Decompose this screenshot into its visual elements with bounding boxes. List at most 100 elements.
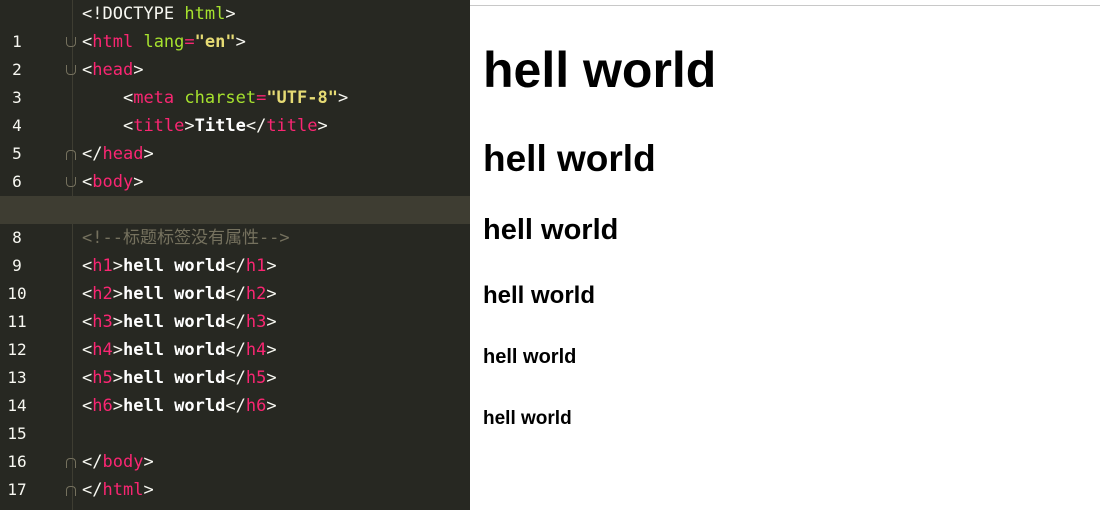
preview-heading-h3: hell world (483, 214, 619, 246)
equals-token: = (184, 32, 195, 52)
tag-name-token: h6 (245, 396, 267, 416)
code-text[interactable]: <h2>hell world</h2> (82, 280, 277, 308)
bracket-token: < (82, 32, 93, 52)
code-line[interactable]: 4 <meta charset="UTF-8"> (0, 84, 470, 135)
doctype-token: <!DOCTYPE (82, 4, 185, 24)
code-line[interactable]: 9 <!--标题标签没有属性--> (0, 224, 470, 275)
code-text[interactable]: </body> (82, 448, 154, 476)
code-line[interactable]: 17 </body> (0, 448, 470, 499)
code-line[interactable]: 10 <h1>hell world</h1> (0, 252, 470, 303)
tag-name-token: body (92, 172, 134, 192)
bracket-token: </ (225, 340, 246, 360)
bracket-token: > (112, 396, 123, 416)
bracket-token: </ (225, 368, 246, 388)
doctype-name-token: html (184, 4, 226, 24)
text-token: Title (194, 116, 246, 136)
fold-end-icon[interactable] (66, 486, 76, 496)
line-number: 18 (0, 504, 34, 510)
code-line[interactable]: 12 <h3>hell world</h3> (0, 308, 470, 359)
attr-name-token: lang (143, 32, 185, 52)
tag-name-token: h4 (92, 340, 113, 360)
code-text[interactable]: <head> (82, 56, 143, 84)
code-text[interactable]: <!DOCTYPE html> (82, 0, 236, 28)
preview-divider (470, 5, 1100, 6)
bracket-token: > (133, 60, 144, 80)
code-text[interactable]: <h5>hell world</h5> (82, 364, 277, 392)
bracket-token: > (112, 368, 123, 388)
bracket-token: > (266, 396, 277, 416)
equals-token: = (256, 88, 267, 108)
comment-token: <!--标题标签没有属性--> (82, 228, 290, 248)
attr-name-token: charset (184, 88, 257, 108)
preview-heading-h2: hell world (483, 138, 656, 179)
code-editor[interactable]: 1 <!DOCTYPE html> 2 <html lang="en"> 3 <… (0, 0, 470, 510)
code-text[interactable]: <h1>hell world</h1> (82, 252, 277, 280)
code-line[interactable]: 14 <h5>hell world</h5> (0, 364, 470, 415)
bracket-token: > (235, 32, 246, 52)
fold-end-icon[interactable] (66, 458, 76, 468)
tag-name-token: h1 (92, 256, 113, 276)
bracket-token: < (82, 396, 93, 416)
code-line[interactable]: 11 <h2>hell world</h2> (0, 280, 470, 331)
code-text[interactable]: </html> (82, 476, 154, 504)
tag-name-token: h1 (245, 256, 267, 276)
code-text[interactable]: <meta charset="UTF-8"> (82, 84, 348, 112)
code-text[interactable]: <html lang="en"> (82, 28, 246, 56)
bracket-token: < (82, 172, 93, 192)
bracket-token: > (143, 452, 154, 472)
bracket-token: > (266, 312, 277, 332)
bracket-token: > (133, 172, 144, 192)
code-line[interactable]: 7 <body> (0, 168, 470, 219)
tag-name-token: title (133, 116, 185, 136)
bracket-token: < (122, 88, 134, 108)
code-line[interactable]: 18 </html> (0, 476, 470, 510)
bracket-token: > (266, 368, 277, 388)
bracket-token: </ (245, 116, 267, 136)
bracket-token: < (82, 284, 93, 304)
bracket-token: < (82, 60, 93, 80)
code-line[interactable]: 2 <html lang="en"> (0, 28, 470, 79)
bracket-token: </ (225, 396, 246, 416)
tag-name-token: h5 (92, 368, 113, 388)
bracket-token: < (82, 340, 93, 360)
text-token: hell world (122, 340, 226, 360)
fold-collapse-icon[interactable] (66, 177, 76, 187)
code-line[interactable]: 16 (0, 420, 470, 471)
code-line-current[interactable]: 8 (0, 196, 470, 247)
bracket-token: > (266, 340, 277, 360)
bracket-token: > (337, 88, 349, 108)
tag-name-token: head (102, 144, 144, 164)
attr-value-token: "en" (194, 32, 236, 52)
code-text[interactable]: <h6>hell world</h6> (82, 392, 277, 420)
text-token: hell world (122, 256, 226, 276)
code-line[interactable]: 5 <title>Title</title> (0, 112, 470, 163)
code-text[interactable]: <body> (82, 168, 143, 196)
bracket-token: > (266, 284, 277, 304)
code-text[interactable]: <h4>hell world</h4> (82, 336, 277, 364)
code-line[interactable]: 6 </head> (0, 140, 470, 191)
code-text[interactable]: <h3>hell world</h3> (82, 308, 277, 336)
code-text[interactable]: <title>Title</title> (82, 112, 328, 140)
tag-name-token: h3 (245, 312, 267, 332)
fold-collapse-icon[interactable] (66, 37, 76, 47)
bracket-token: > (143, 480, 154, 500)
code-text[interactable]: <!--标题标签没有属性--> (82, 224, 290, 252)
text-token: hell world (122, 312, 226, 332)
code-line[interactable]: 15 <h6>hell world</h6> (0, 392, 470, 443)
code-text[interactable]: </head> (82, 140, 154, 168)
browser-preview: hell world hell world hell world hell wo… (470, 0, 1100, 510)
fold-end-icon[interactable] (66, 150, 76, 160)
code-line[interactable]: 13 <h4>hell world</h4> (0, 336, 470, 387)
preview-heading-h4: hell world (483, 282, 596, 309)
preview-heading-h5: hell world (483, 346, 577, 368)
bracket-token: > (112, 340, 123, 360)
tag-name-token: h3 (92, 312, 113, 332)
bracket-token: </ (82, 144, 103, 164)
code-line[interactable]: 1 <!DOCTYPE html> (0, 0, 470, 51)
bracket-token: </ (225, 312, 246, 332)
code-line[interactable]: 3 <head> (0, 56, 470, 107)
ide-window: 1 <!DOCTYPE html> 2 <html lang="en"> 3 <… (0, 0, 1100, 510)
tag-name-token: body (102, 452, 144, 472)
fold-collapse-icon[interactable] (66, 65, 76, 75)
